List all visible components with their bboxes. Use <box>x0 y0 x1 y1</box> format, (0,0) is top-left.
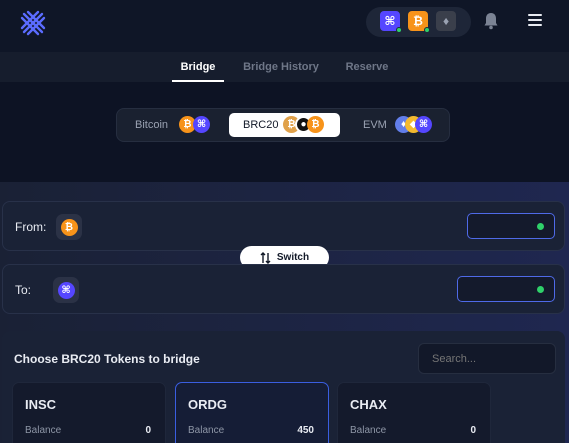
app-header: ⌘ ₿ ♦ <box>0 0 569 52</box>
tab-bridge-history[interactable]: Bridge History <box>240 52 322 82</box>
switch-label: Switch <box>276 252 310 263</box>
token-card-insc[interactable]: INSC Balance 0 <box>12 382 166 443</box>
token-balance-value: 0 <box>145 425 151 436</box>
connected-chains[interactable]: ⌘ ₿ ♦ <box>366 7 471 37</box>
tab-bar: Bridge Bridge History Reserve <box>0 52 569 82</box>
app-logo-icon[interactable] <box>19 9 47 37</box>
stacks-icon[interactable]: ⌘ <box>380 11 402 33</box>
token-name: INSC <box>25 397 57 412</box>
token-card-ordg[interactable]: ORDG Balance 450 <box>175 382 329 443</box>
connected-indicator <box>396 27 402 33</box>
token-search-input[interactable] <box>418 343 556 374</box>
token-name: ORDG <box>188 397 227 412</box>
token-name: CHAX <box>350 397 387 412</box>
from-wallet-address[interactable] <box>467 213 555 239</box>
stacks-icon: ⌘ <box>57 281 75 299</box>
to-chain-selector[interactable]: ⌘ <box>53 277 79 303</box>
bitcoin-icon[interactable]: ₿ <box>408 11 430 33</box>
to-wallet-address[interactable] <box>457 276 555 302</box>
bridge-type-evm[interactable]: EVM ♦ ◆ ⌘ <box>349 113 447 137</box>
hamburger-menu-icon[interactable] <box>528 14 542 28</box>
token-chooser: Choose BRC20 Tokens to bridge INSC Balan… <box>2 331 565 443</box>
bell-icon[interactable] <box>483 12 499 30</box>
bridge-type-label: BRC20 <box>243 119 279 131</box>
token-card-chax[interactable]: CHAX Balance 0 <box>337 382 491 443</box>
to-label: To: <box>15 283 32 297</box>
token-balance-label: Balance <box>25 425 62 436</box>
token-balance-label: Balance <box>350 425 387 436</box>
bridge-type-selector: Bitcoin ₿ ⌘ BRC20 ₿ ● ₿ EVM ♦ ◆ ⌘ <box>116 108 450 142</box>
ethereum-icon[interactable]: ♦ <box>436 11 456 31</box>
bridge-type-label: Bitcoin <box>135 119 169 131</box>
tab-bridge[interactable]: Bridge <box>172 52 224 82</box>
to-card: To: ⌘ <box>2 264 565 314</box>
from-card: From: ₿ <box>2 201 565 251</box>
bridge-type-brc20[interactable]: BRC20 ₿ ● ₿ <box>229 113 340 137</box>
connected-indicator <box>424 27 430 33</box>
token-balance-label: Balance <box>188 425 225 436</box>
from-label: From: <box>15 220 47 234</box>
stacks-icon: ⌘ <box>415 116 432 133</box>
tab-reserve[interactable]: Reserve <box>338 52 396 82</box>
token-chooser-title: Choose BRC20 Tokens to bridge <box>14 352 200 366</box>
token-balance-value: 0 <box>470 425 476 436</box>
bitcoin-icon: ₿ <box>307 116 324 133</box>
bridge-type-label: EVM <box>363 119 387 131</box>
bitcoin-icon: ₿ <box>60 218 78 236</box>
bridge-type-bitcoin[interactable]: Bitcoin ₿ ⌘ <box>121 113 221 137</box>
swap-arrows-icon <box>260 251 271 264</box>
connected-indicator <box>537 286 544 293</box>
connected-indicator <box>537 223 544 230</box>
from-chain-selector[interactable]: ₿ <box>56 214 82 240</box>
stacks-icon: ⌘ <box>193 116 210 133</box>
token-balance-value: 450 <box>297 425 314 436</box>
